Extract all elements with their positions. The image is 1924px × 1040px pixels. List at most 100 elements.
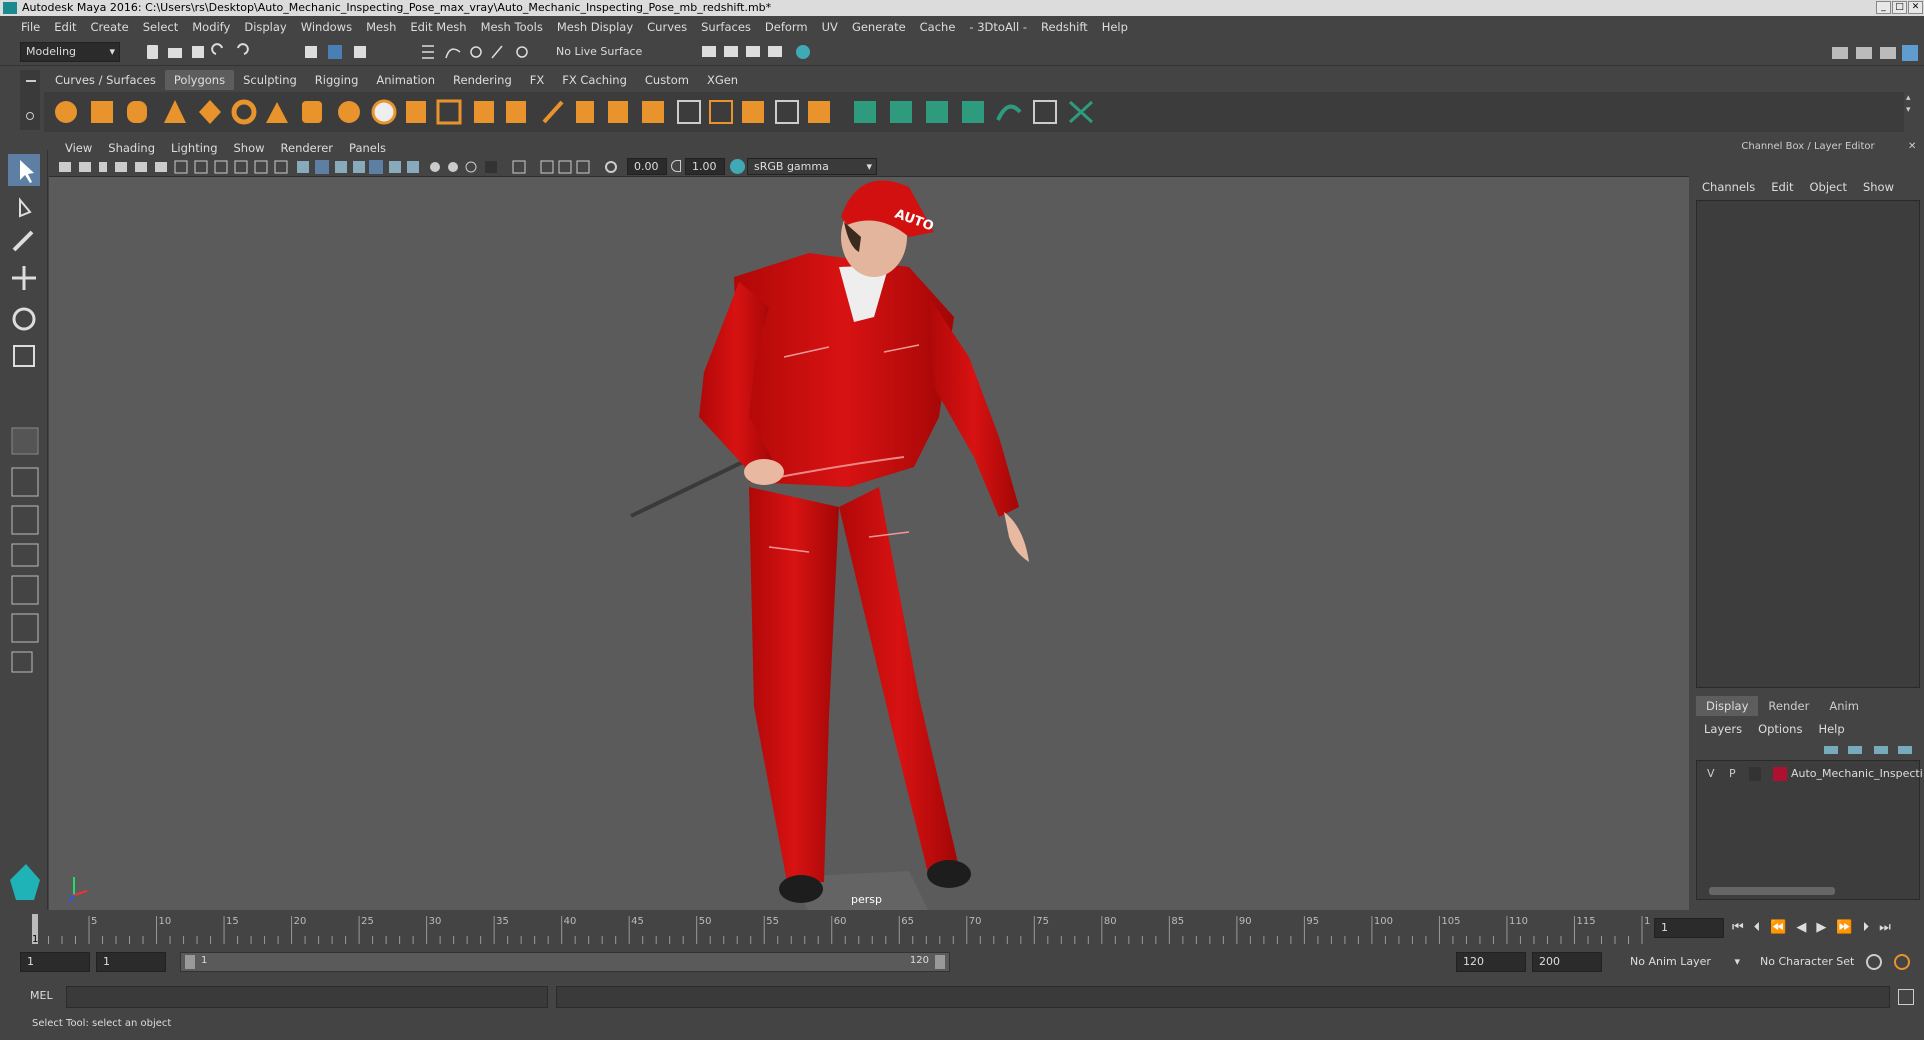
auto-key-icon[interactable] [1866, 954, 1882, 970]
motion-blur-icon[interactable] [448, 162, 458, 172]
menu-uv[interactable]: UV [815, 20, 845, 34]
lasso-tool-icon[interactable] [19, 197, 32, 218]
menu-create[interactable]: Create [84, 20, 136, 34]
layers-menu[interactable]: Layers [1704, 722, 1742, 736]
tab-rendering[interactable]: Rendering [444, 70, 521, 90]
menu-deform[interactable]: Deform [758, 20, 815, 34]
menu-surfaces[interactable]: Surfaces [694, 20, 758, 34]
gamma-icon[interactable] [671, 160, 681, 172]
persp-graph-layout-icon[interactable] [11, 543, 39, 567]
current-frame-field[interactable]: 1 [1654, 918, 1724, 938]
layer-color-swatch[interactable] [1773, 767, 1787, 781]
snap-view-icon[interactable] [491, 45, 503, 59]
modeling-toolkit-icon[interactable] [1832, 47, 1848, 59]
shelf-gear-icon[interactable] [26, 112, 34, 120]
close-icon[interactable]: ✕ [1908, 141, 1916, 152]
backface-culling-icon[interactable] [576, 160, 590, 174]
layer-playback-toggle[interactable]: P [1729, 765, 1736, 783]
mode-dropdown[interactable]: Modeling ▾ [20, 42, 120, 62]
chevron-up-icon[interactable]: ▴ [1906, 92, 1920, 104]
layer-name[interactable]: Auto_Mechanic_Inspecti [1791, 765, 1923, 783]
menu-mesh-display[interactable]: Mesh Display [550, 20, 640, 34]
snap-grid-icon[interactable] [422, 45, 434, 59]
shelf-menu-icon[interactable] [26, 80, 36, 82]
tab-sculpting[interactable]: Sculpting [234, 70, 306, 90]
four-view-layout-icon[interactable] [11, 467, 39, 497]
single-perspective-icon[interactable] [11, 427, 39, 455]
tab-curves-surfaces[interactable]: Curves / Surfaces [46, 70, 165, 90]
layer-row[interactable]: V P Auto_Mechanic_Inspecti [1697, 765, 1923, 783]
smooth-shade-icon[interactable] [315, 160, 329, 174]
save-scene-icon[interactable] [192, 46, 204, 58]
tab-anim[interactable]: Anim [1819, 696, 1869, 716]
color-space-dropdown[interactable]: sRGB gamma ▾ [747, 158, 877, 175]
insert-edge-loop-icon[interactable] [677, 100, 701, 124]
menu-3dtoall[interactable]: - 3DtoAll - [962, 20, 1034, 34]
poly-cube-icon[interactable] [91, 101, 113, 123]
fill-hole-icon[interactable] [608, 101, 628, 123]
move-layer-up-icon[interactable] [1824, 746, 1838, 754]
anti-alias-icon[interactable] [465, 161, 477, 173]
textured-icon[interactable] [353, 161, 365, 173]
menu-edit[interactable]: Edit [47, 20, 83, 34]
menu-modify[interactable]: Modify [185, 20, 237, 34]
bridge-icon[interactable] [474, 101, 494, 123]
help-menu[interactable]: Help [1818, 722, 1844, 736]
menu-redshift[interactable]: Redshift [1034, 20, 1095, 34]
new-layer-selected-icon[interactable] [1898, 746, 1912, 754]
camera-select-icon[interactable] [59, 162, 71, 172]
uv-spherical-icon[interactable] [926, 101, 948, 123]
select-components-icon[interactable] [354, 46, 366, 58]
grease-pencil-icon[interactable] [155, 162, 167, 172]
bookmark-icon[interactable] [99, 162, 107, 172]
tab-display[interactable]: Display [1696, 696, 1759, 716]
uv-unfold-icon[interactable] [996, 104, 1022, 121]
playback-end-field[interactable]: 120 [1456, 952, 1526, 972]
hypershade-icon[interactable] [796, 45, 810, 59]
tab-animation[interactable]: Animation [367, 70, 444, 90]
character-set-dropdown[interactable]: No Character Set [1748, 952, 1872, 972]
ambient-occlusion-icon[interactable] [430, 162, 440, 172]
xray-joints-icon[interactable] [540, 160, 554, 174]
go-to-end-icon[interactable]: ⏭ [1879, 920, 1891, 935]
preferences-icon[interactable] [1894, 954, 1910, 970]
time-slider[interactable]: 1 5 10 15 20 25 30 35 40 45 50 55 60 65 70 75 80 85 90 95 1… [0, 912, 1924, 946]
persp-uv-layout-icon[interactable] [11, 613, 39, 643]
tab-polygons[interactable]: Polygons [164, 70, 235, 90]
select-hierarchy-icon[interactable] [305, 46, 317, 58]
menu-mesh-tools[interactable]: Mesh Tools [474, 20, 550, 34]
mirror-icon[interactable] [742, 101, 764, 123]
vp-menu-show[interactable]: Show [226, 141, 273, 155]
time-ruler[interactable]: 1 5 10 15 20 25 30 35 40 45 50 55 60 65 70 75 80 85 90 95 1… [30, 912, 1650, 946]
show-menu[interactable]: Show [1863, 180, 1894, 194]
vp-menu-shading[interactable]: Shading [100, 141, 163, 155]
extrude-icon[interactable] [436, 99, 462, 125]
safe-action-icon[interactable] [274, 160, 288, 174]
gate-mask-icon[interactable] [234, 160, 248, 174]
bevel-icon[interactable] [506, 101, 526, 123]
channel-list[interactable] [1696, 200, 1920, 688]
depth-of-field-icon[interactable] [485, 161, 497, 173]
tab-xgen[interactable]: XGen [698, 70, 747, 90]
separate-icon[interactable] [371, 99, 397, 125]
quadrangulate-icon[interactable] [808, 101, 830, 123]
anim-layer-dropdown[interactable]: No Anim Layer ▾ [1618, 952, 1742, 972]
select-objects-icon[interactable] [328, 45, 342, 59]
range-bar[interactable]: 1 120 [180, 952, 950, 972]
poly-cone-icon[interactable] [164, 100, 186, 123]
multi-cut-icon[interactable] [542, 100, 564, 124]
xray-icon[interactable] [407, 161, 419, 173]
layer-visibility-toggle[interactable]: V [1707, 765, 1715, 783]
play-forward-icon[interactable]: ▶ [1816, 920, 1826, 935]
gamma-field[interactable]: 1.00 [685, 158, 725, 175]
channel-box-toggle-icon[interactable] [1902, 45, 1918, 61]
perspective-viewport[interactable]: AUTO persp [49, 177, 1689, 912]
poly-sphere-icon[interactable] [55, 101, 77, 123]
menu-edit-mesh[interactable]: Edit Mesh [403, 20, 473, 34]
shelf-options[interactable] [20, 70, 40, 130]
start-time-field[interactable]: 1 [20, 952, 90, 972]
range-end-handle[interactable] [935, 955, 945, 969]
minimize-button[interactable]: _ [1876, 1, 1891, 14]
exposure-icon[interactable] [605, 161, 617, 173]
combine-icon[interactable] [338, 101, 360, 123]
